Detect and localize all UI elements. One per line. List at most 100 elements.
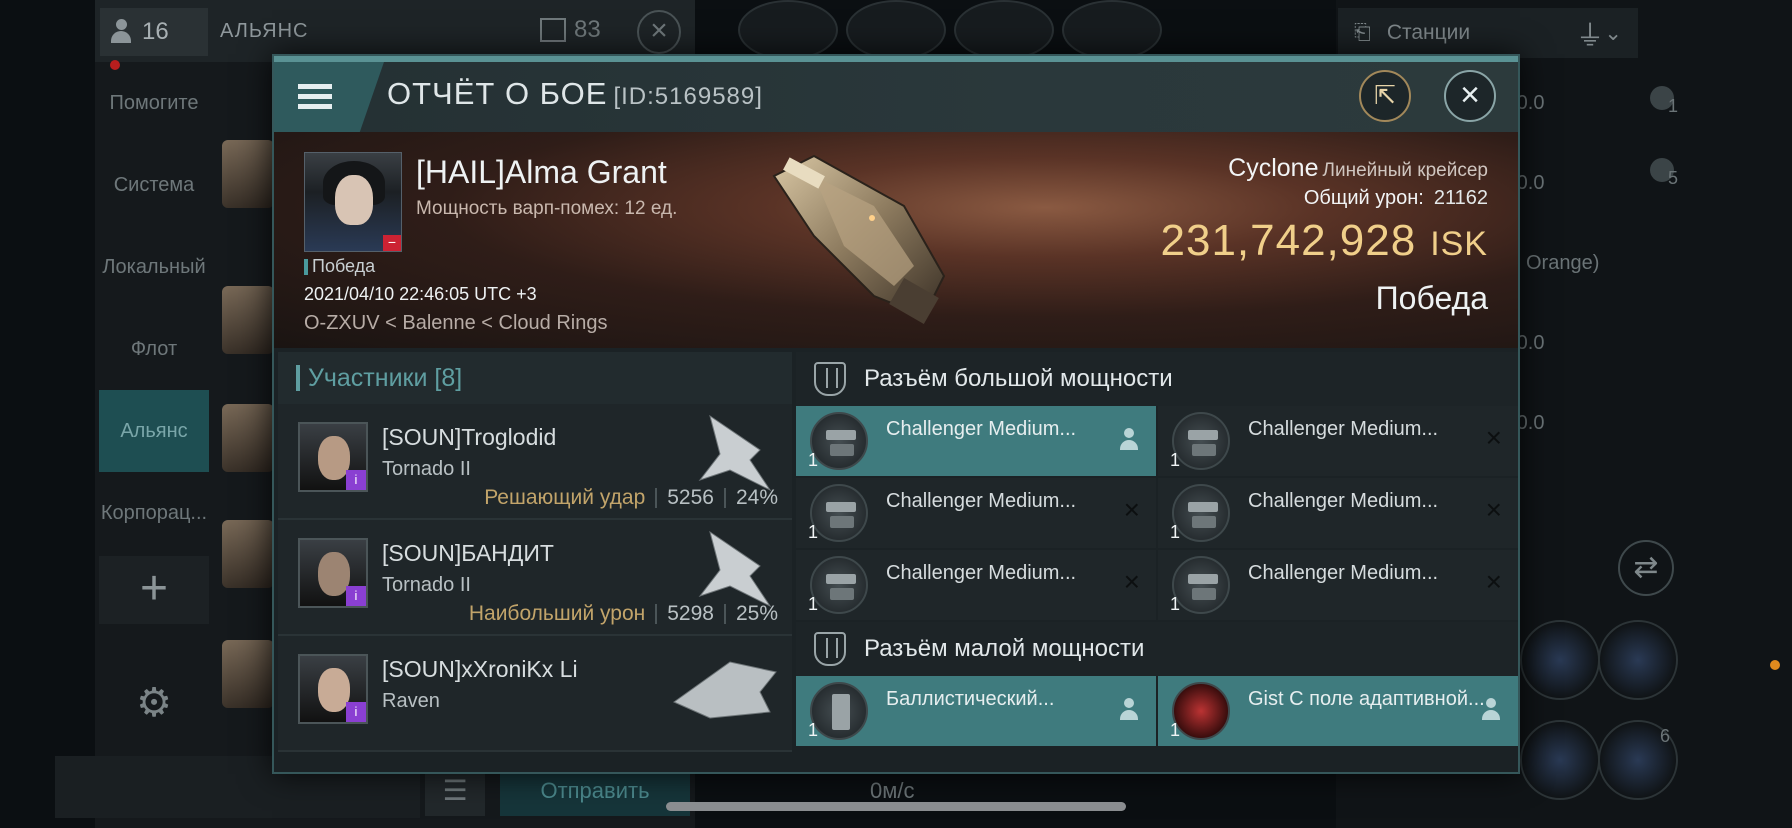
home-indicator[interactable] bbox=[666, 802, 1126, 811]
module-item[interactable]: 1 Challenger Medium... × bbox=[796, 478, 1156, 548]
hud-circle[interactable] bbox=[954, 0, 1054, 60]
participant-row[interactable]: i [SOUN]xXroniKx Li Raven bbox=[278, 636, 792, 752]
turret-icon bbox=[810, 412, 868, 470]
chat-message-count[interactable]: 83 bbox=[540, 16, 601, 44]
share-icon[interactable]: ⇱ bbox=[1359, 70, 1411, 122]
dropped-icon bbox=[1480, 698, 1502, 722]
battle-location[interactable]: O-ZXUV < Balenne < Cloud Rings bbox=[304, 312, 608, 335]
tab-system[interactable]: Система bbox=[99, 144, 209, 226]
module-button[interactable] bbox=[1520, 720, 1600, 800]
destroyed-icon: × bbox=[1485, 422, 1502, 453]
high-slot-grid: 1 Challenger Medium... 1 Challenger Medi… bbox=[796, 406, 1518, 620]
module-item[interactable]: 1 Баллистический... bbox=[796, 676, 1156, 746]
tab-fleet[interactable]: Флот bbox=[99, 308, 209, 390]
ship-image bbox=[698, 414, 772, 492]
victim-portrait[interactable]: − bbox=[304, 152, 402, 252]
chat-avatar[interactable] bbox=[222, 140, 274, 208]
low-slot-grid: 1 Баллистический... 1 Gist C поле адапти… bbox=[796, 676, 1518, 746]
total-damage: Общий урон: 21162 bbox=[1303, 187, 1488, 209]
module-item[interactable]: 1 Challenger Medium... × bbox=[1158, 478, 1518, 548]
chat-avatar[interactable] bbox=[222, 520, 274, 588]
module-name: Challenger Medium... bbox=[1248, 418, 1439, 440]
chat-channel-name: АЛЬЯНС bbox=[220, 20, 309, 42]
module-name: Challenger Medium... bbox=[886, 490, 1077, 512]
hud-circle[interactable] bbox=[846, 0, 946, 60]
tab-help[interactable]: Помогите bbox=[99, 62, 209, 144]
chat-avatar[interactable] bbox=[222, 286, 274, 354]
station-icon: ⎗ bbox=[1354, 21, 1371, 44]
module-item[interactable]: 1 Gist C поле адаптивной... bbox=[1158, 676, 1518, 746]
victim-ship[interactable]: Cyclone Линейный крейсер bbox=[1161, 154, 1488, 183]
chat-close-icon[interactable]: × bbox=[637, 10, 681, 54]
turret-icon bbox=[810, 484, 868, 542]
module-item[interactable]: 1 Challenger Medium... × bbox=[1158, 406, 1518, 476]
low-slot-icon bbox=[814, 632, 846, 666]
hardener-icon bbox=[1172, 682, 1230, 740]
chat-user-count[interactable]: 16 bbox=[100, 8, 208, 56]
user-count-value: 16 bbox=[142, 18, 169, 45]
module-button[interactable] bbox=[1520, 620, 1600, 700]
participant-row[interactable]: i [SOUN]БАНДИТ Tornado II Наибольший уро… bbox=[278, 520, 792, 636]
add-channel-button[interactable]: + bbox=[99, 556, 209, 624]
module-name: Challenger Medium... bbox=[886, 562, 1077, 584]
avatar[interactable]: i bbox=[298, 538, 368, 608]
ship-image bbox=[672, 661, 777, 719]
filter-icon[interactable]: ⏚ bbox=[1576, 14, 1606, 51]
module-button[interactable] bbox=[1598, 620, 1678, 700]
target-count: 1 bbox=[1668, 96, 1679, 116]
tab-local[interactable]: Локальный bbox=[99, 226, 209, 308]
participant-name: [SOUN]БАНДИТ bbox=[382, 540, 554, 566]
participant-ship: Tornado II bbox=[382, 458, 471, 480]
high-slot-header: Разъём большой мощности bbox=[796, 352, 1518, 406]
low-slot-header: Разъём малой мощности bbox=[796, 622, 1518, 676]
chat-channel-tabs: Помогите Система Локальный Флот Альянс К… bbox=[99, 62, 209, 554]
gear-icon[interactable]: ⚙ bbox=[131, 680, 177, 726]
dropped-icon bbox=[1118, 428, 1140, 452]
participant-stats: Решающий удар 5256 24% bbox=[484, 486, 778, 509]
hud-circle[interactable] bbox=[738, 0, 838, 60]
high-slot-icon bbox=[814, 362, 846, 396]
participants-header: Участники [8] bbox=[278, 352, 792, 404]
participant-ship: Raven bbox=[382, 690, 440, 712]
destroyed-icon: × bbox=[1485, 566, 1502, 597]
module-name: Challenger Medium... bbox=[1248, 562, 1439, 584]
hud-circle[interactable] bbox=[1062, 0, 1162, 60]
message-icon bbox=[540, 18, 566, 42]
drone-count: 5 bbox=[1668, 168, 1679, 188]
module-name: Баллистический... bbox=[886, 688, 1055, 710]
victim-summary: − [HAIL]Alma Grant Мощность варп-помех: … bbox=[274, 132, 1518, 348]
chat-avatar[interactable] bbox=[222, 404, 274, 472]
status-dot bbox=[1770, 660, 1780, 670]
fitting-panel: Разъём большой мощности 1 Challenger Med… bbox=[796, 352, 1518, 772]
isk-value: 231,742,928 ISK bbox=[1160, 216, 1488, 265]
swap-icon[interactable]: ⇄ bbox=[1618, 540, 1674, 596]
info-icon[interactable]: i bbox=[346, 586, 366, 606]
battle-outcome: Победа bbox=[1375, 280, 1488, 316]
info-icon[interactable]: i bbox=[346, 470, 366, 490]
destroyed-icon: × bbox=[1123, 566, 1140, 597]
participant-row[interactable]: i [SOUN]Troglodid Tornado II Решающий уд… bbox=[278, 404, 792, 520]
module-item[interactable]: 1 Challenger Medium... bbox=[796, 406, 1156, 476]
turret-icon bbox=[1172, 412, 1230, 470]
info-icon[interactable]: i bbox=[346, 702, 366, 722]
module-item[interactable]: 1 Challenger Medium... × bbox=[1158, 550, 1518, 620]
overview-tag: Orange) bbox=[1526, 252, 1600, 274]
module-name: Challenger Medium... bbox=[886, 418, 1077, 440]
user-icon bbox=[110, 19, 132, 45]
victim-name[interactable]: [HAIL]Alma Grant bbox=[416, 154, 667, 191]
module-name: Challenger Medium... bbox=[1248, 490, 1439, 512]
avatar[interactable]: i bbox=[298, 422, 368, 492]
tab-corporation[interactable]: Корпорац... bbox=[99, 472, 209, 554]
close-icon[interactable]: × bbox=[1444, 70, 1496, 122]
avatar[interactable]: i bbox=[298, 654, 368, 724]
module-name: Gist C поле адаптивной... bbox=[1248, 688, 1485, 710]
battle-report-dialog: ОТЧЁТ О БОЕ [ID:5169589] ⇱ × − [HAIL]Alma… bbox=[272, 54, 1520, 774]
loss-summary: Cyclone Линейный крейсер Общий урон: 21162… bbox=[1161, 154, 1489, 317]
module-item[interactable]: 1 Challenger Medium... × bbox=[796, 550, 1156, 620]
turret-icon bbox=[1172, 556, 1230, 614]
destroyed-icon: × bbox=[1485, 494, 1502, 525]
chat-avatar[interactable] bbox=[222, 640, 274, 708]
tab-alliance[interactable]: Альянс bbox=[99, 390, 209, 472]
participant-ship: Tornado II bbox=[382, 574, 471, 596]
battle-datetime: 2021/04/10 22:46:05 UTC +3 bbox=[304, 284, 537, 304]
